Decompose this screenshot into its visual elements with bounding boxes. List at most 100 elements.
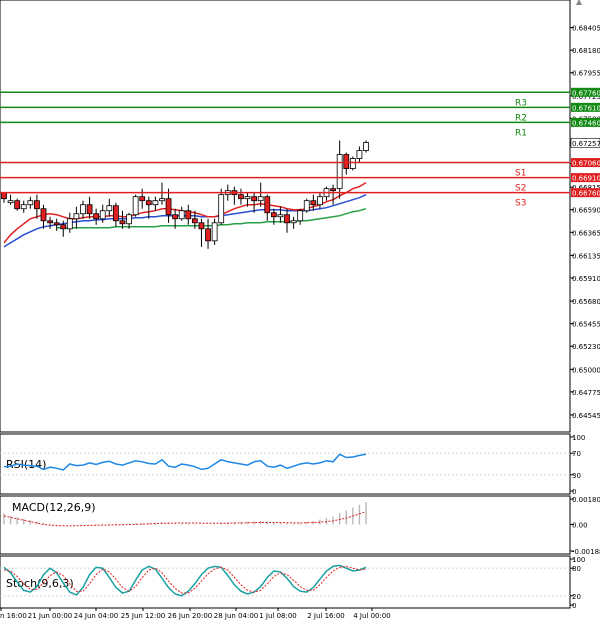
candle-body	[251, 196, 258, 202]
time-tick-label: n 16:00	[0, 612, 27, 620]
candle-body	[14, 200, 21, 210]
candle-body	[336, 154, 343, 190]
candle	[132, 194, 139, 217]
level-name-r1: R1	[515, 128, 527, 138]
candle-body	[178, 210, 185, 220]
level-price-label: 0.66910	[572, 175, 600, 183]
candle	[303, 198, 310, 213]
candle-body	[7, 200, 14, 204]
candle-body	[60, 224, 67, 230]
level-price-label: 0.67610	[572, 104, 600, 112]
macd-label: MACD(12,26,9)	[12, 501, 96, 514]
level-name-s3: S3	[515, 199, 526, 209]
time-tick-label: 2 Jul 16:00	[307, 612, 345, 620]
price-tick-label: 0.66590	[572, 207, 600, 215]
candle-body	[86, 204, 93, 215]
candle-body	[211, 222, 218, 242]
price-tick-label: 0.64545	[572, 412, 600, 420]
candle-body	[139, 196, 146, 202]
candle-body	[317, 196, 323, 206]
time-tick-label: 25 Jun 12:00	[121, 612, 165, 620]
candle-body	[145, 200, 152, 206]
time-tick-label: 24 Jun 04:00	[74, 612, 118, 620]
price-tick-label: 0.65230	[572, 343, 600, 351]
indicator-tick-label: 70	[572, 450, 581, 458]
candle-body	[53, 222, 60, 226]
time-tick-label: 21 Jun 00:00	[28, 612, 72, 620]
candle-body	[198, 222, 205, 230]
rsi-label: RSI(14)	[6, 458, 46, 471]
candle-body	[66, 218, 73, 230]
candle-body	[99, 210, 106, 220]
candle-body	[40, 208, 47, 222]
candle	[211, 218, 218, 245]
candle-body	[330, 188, 336, 192]
candle-body	[284, 214, 290, 224]
candle-body	[185, 210, 192, 220]
scroll-arrow-icon[interactable]: ▲	[576, 0, 583, 6]
candle-body	[80, 204, 86, 215]
indicator-tick-label: 0	[572, 602, 576, 610]
price-tick-label: 0.65000	[572, 366, 600, 374]
candle-body	[297, 210, 304, 222]
candle-body	[152, 200, 159, 206]
candle-body	[356, 150, 363, 159]
candle-body	[277, 214, 284, 218]
time-tick-label: 28 Jun 04:00	[214, 612, 258, 620]
candle-body	[363, 142, 369, 151]
indicator-tick-label: 80	[572, 565, 581, 573]
candle-body	[172, 214, 179, 220]
level-price-label: 0.67060	[572, 160, 600, 168]
price-tick-label: 0.65455	[572, 321, 600, 329]
indicator-tick-label: 0.001805	[572, 496, 600, 504]
time-tick-label: 1 Jul 08:00	[259, 612, 297, 620]
candle	[363, 140, 369, 153]
candle-body	[290, 220, 297, 224]
candle-body	[126, 214, 132, 225]
candle-body	[73, 213, 80, 220]
candle	[349, 156, 356, 171]
price-tick-label: 0.65680	[572, 298, 600, 306]
price-tick-label: 0.66135	[572, 252, 600, 260]
time-tick-label: 4 Jul 00:00	[353, 612, 391, 620]
time-axis: n 16:00 21 Jun 00:00 24 Jun 04:00 25 Jun 12…	[0, 608, 391, 620]
price-tick-label: 0.65910	[572, 275, 600, 283]
price-axis: 0.684050.681800.679550.677250.675000.672…	[570, 25, 600, 420]
indicator-tick-label: 30	[572, 472, 581, 480]
indicator-tick-label: 0.00	[572, 521, 588, 529]
candle-body	[159, 198, 165, 202]
candle-body	[112, 205, 119, 222]
price-tick-label: 0.68405	[572, 25, 600, 33]
candle-body	[47, 220, 53, 224]
level-price-label: 0.67760	[572, 89, 600, 97]
candle-body	[310, 200, 317, 206]
level-price-label: 0.67460	[572, 119, 600, 127]
stoch-pane: Stoch(9,6,3) 10080200	[0, 555, 585, 610]
candle-body	[343, 154, 350, 169]
candle-body	[244, 196, 251, 200]
candle-body	[218, 194, 225, 224]
candle-body	[34, 200, 40, 210]
rsi-pane: RSI(14) 100 70 30 0	[0, 433, 585, 496]
indicator-tick-label: 0	[572, 488, 576, 496]
last-price-label: 0.67257	[572, 140, 600, 148]
main-price-pane: 0.684050.681800.679550.677250.675000.672…	[0, 0, 600, 433]
price-tick-label: 0.68180	[572, 47, 600, 55]
indicator-tick-label: 100	[572, 434, 585, 442]
price-chart: 0.684050.681800.679550.677250.675000.672…	[0, 0, 600, 620]
candle-body	[93, 213, 100, 220]
candle-body	[205, 228, 211, 242]
price-tick-label: 0.64775	[572, 389, 600, 397]
candle-body	[106, 205, 113, 212]
indicator-tick-label: -0.001886	[572, 548, 600, 556]
candle-body	[119, 220, 126, 225]
candle-body	[20, 204, 27, 210]
candle-body	[303, 200, 310, 212]
indicator-tick-label: 100	[572, 556, 585, 564]
candle-body	[191, 218, 198, 224]
price-tick-label: 0.66365	[572, 229, 600, 237]
candle-body	[238, 194, 244, 200]
candle	[14, 198, 21, 211]
time-tick-label: 26 Jun 20:00	[168, 612, 212, 620]
candle-body	[349, 158, 356, 169]
